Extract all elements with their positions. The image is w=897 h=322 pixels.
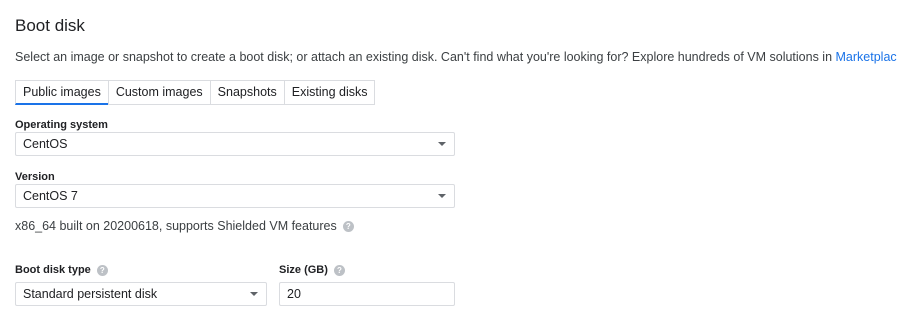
description-text: Select an image or snapshot to create a … [15, 50, 836, 64]
chevron-down-icon [250, 292, 258, 296]
boot-disk-panel: Boot disk Select an image or snapshot to… [0, 0, 897, 322]
os-select[interactable]: CentOS [15, 132, 455, 156]
version-label: Version [15, 171, 55, 183]
disk-type-label-row: Boot disk type? [15, 263, 108, 277]
section-description: Select an image or snapshot to create a … [15, 49, 897, 65]
tab-snapshots[interactable]: Snapshots [209, 80, 285, 105]
help-icon[interactable]: ? [333, 264, 345, 276]
size-label-row: Size (GB)? [279, 263, 345, 277]
chevron-down-icon [438, 194, 446, 198]
disk-type-label: Boot disk type [15, 264, 91, 276]
image-info: x86_64 built on 20200618, supports Shiel… [15, 218, 354, 234]
tab-existing-disks[interactable]: Existing disks [283, 80, 376, 105]
version-select[interactable]: CentOS 7 [15, 184, 455, 208]
image-source-tabs: Public images Custom images Snapshots Ex… [15, 80, 376, 105]
help-icon[interactable]: ? [342, 221, 354, 233]
size-label: Size (GB) [279, 264, 328, 276]
marketplace-link[interactable]: Marketplace [836, 50, 897, 64]
os-label: Operating system [15, 119, 108, 131]
tab-public-images[interactable]: Public images [15, 80, 109, 105]
help-icon[interactable]: ? [96, 264, 108, 276]
image-info-text: x86_64 built on 20200618, supports Shiel… [15, 219, 337, 233]
disk-type-select[interactable]: Standard persistent disk [15, 282, 267, 306]
size-input[interactable] [279, 282, 455, 306]
version-select-value: CentOS 7 [23, 189, 78, 203]
os-select-value: CentOS [23, 137, 68, 151]
tab-custom-images[interactable]: Custom images [107, 80, 211, 105]
chevron-down-icon [438, 142, 446, 146]
disk-type-select-value: Standard persistent disk [23, 287, 158, 301]
section-title: Boot disk [15, 16, 85, 35]
